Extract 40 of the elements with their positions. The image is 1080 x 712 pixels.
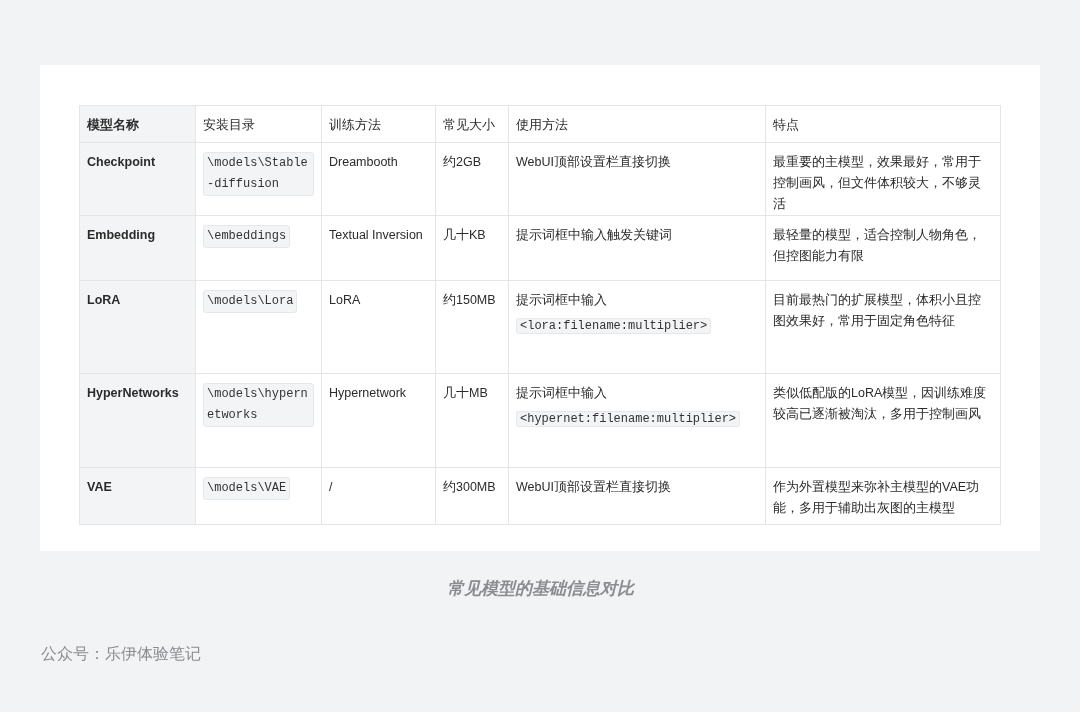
table-cell: 几十MB [435,373,509,468]
table-cell: Textual Inversion [321,215,436,281]
code-snippet: \embeddings [203,225,291,248]
author-credit: 公众号：乐伊体验笔记 [41,644,201,662]
table-cell: 类似低配版的LoRA模型，因训练难度较高已逐渐被淘汰，多用于控制画风 [765,373,1001,468]
table-caption: 常见模型的基础信息对比 [446,578,634,600]
table-cell-text: WebUI顶部设置栏直接切换 [516,479,672,496]
column-header: 训练方法 [321,105,436,143]
table-cell: LoRA [79,280,196,374]
table-cell: / [321,467,436,525]
table-cell: 约300MB [435,467,509,525]
table-cell: HyperNetworks [79,373,196,468]
table-cell: 几十KB [435,215,509,281]
code-snippet: <hypernet:filename:multiplier> [516,411,741,427]
table-cell: 目前最热门的扩展模型，体积小且控图效果好，常用于固定角色特征 [765,280,1001,374]
table-cell: Checkpoint [79,142,196,216]
column-header: 常见大小 [435,105,509,143]
table-cell: 最重要的主模型，效果最好，常用于控制画风，但文件体积较大，不够灵活 [765,142,1001,216]
code-snippet: <lora:filename:multiplier> [516,318,712,334]
column-header: 特点 [765,105,1001,143]
table-cell: Dreambooth [321,142,436,216]
column-header: 安装目录 [195,105,322,143]
code-snippet: \models\Stable-diffusion [203,152,314,196]
table-cell-text: 提示词框中输入 [516,385,608,402]
table-cell-text: 提示词框中输入 [516,292,608,309]
table-cell: VAE [79,467,196,525]
code-snippet: \models\Lora [203,290,298,313]
table-cell-text: WebUI顶部设置栏直接切换 [516,154,672,171]
table-cell: Hypernetwork [321,373,436,468]
table-cell: Embedding [79,215,196,281]
table-cell: 约150MB [435,280,509,374]
table-cell: 最轻量的模型，适合控制人物角色，但控图能力有限 [765,215,1001,281]
table-cell: 约2GB [435,142,509,216]
code-snippet: \models\VAE [203,477,291,500]
table-cell: 作为外置模型来弥补主模型的VAE功能，多用于辅助出灰图的主模型 [765,467,1001,525]
column-header: 使用方法 [508,105,766,143]
code-snippet: \models\hypernetworks [203,383,314,427]
table-cell-text: 提示词框中输入触发关键词 [516,227,673,244]
table-cell: LoRA [321,280,436,374]
column-header: 模型名称 [79,105,196,143]
